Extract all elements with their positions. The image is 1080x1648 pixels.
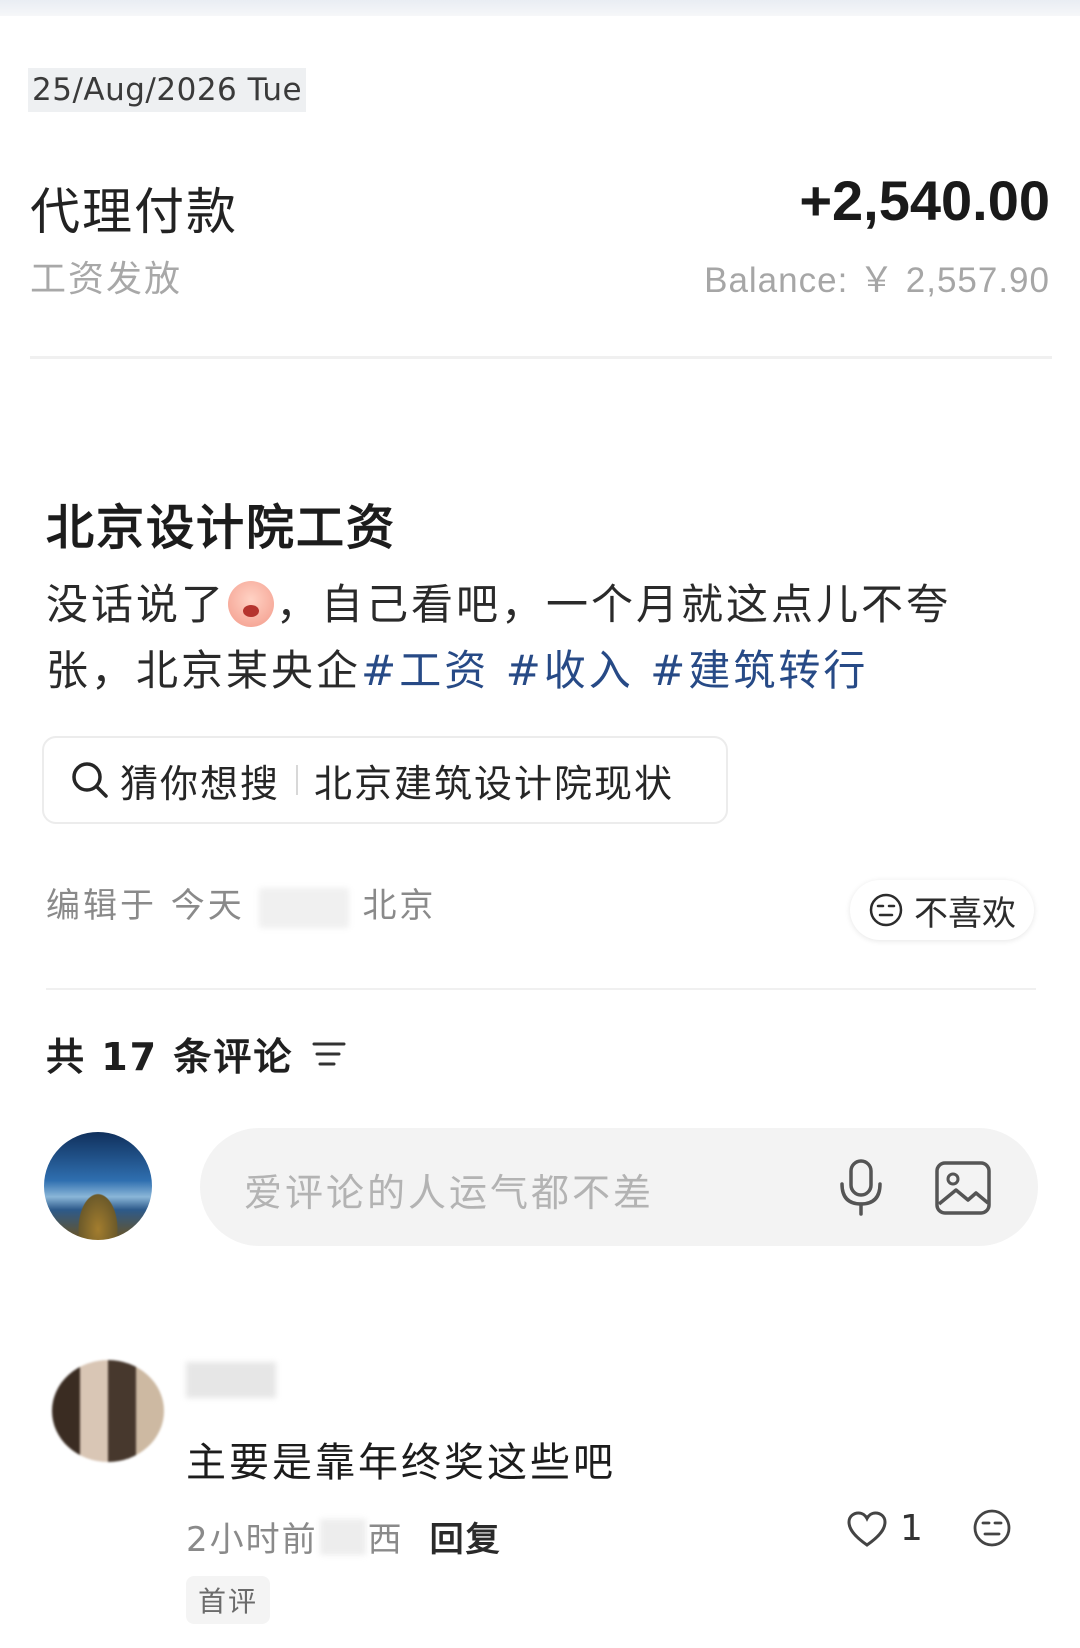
emoji-icon[interactable] — [972, 1508, 1012, 1548]
commenter-name-redacted — [186, 1362, 276, 1398]
like-button[interactable]: 1 — [846, 1508, 923, 1549]
dislike-button[interactable]: 不喜欢 — [850, 880, 1034, 940]
transaction-balance: Balance: ￥ 2,557.90 — [704, 261, 1050, 300]
comment-text: 主要是靠年终奖这些吧 — [186, 1440, 616, 1486]
reply-button[interactable]: 回复 — [430, 1512, 502, 1561]
comment-count-label: 共 17 条评论 — [46, 1035, 294, 1079]
comment-time: 2小时前 — [186, 1520, 318, 1560]
post-title: 北京设计院工资 — [46, 500, 397, 556]
divider — [30, 356, 1052, 359]
redacted-area — [258, 887, 349, 928]
separator — [296, 765, 299, 795]
dislike-label: 不喜欢 — [914, 893, 1016, 934]
commenter-avatar[interactable] — [52, 1360, 164, 1462]
search-chip-query: 北京建筑设计院现状 — [314, 761, 675, 806]
transaction-date: 25/Aug/2026 Tue — [28, 68, 307, 112]
post-meta: 编辑于 今天 北京 — [46, 878, 436, 928]
search-chip-prefix: 猜你想搜 — [120, 761, 281, 806]
divider — [46, 988, 1036, 990]
sort-lines-icon[interactable] — [311, 1038, 347, 1070]
status-strip — [0, 0, 1080, 16]
image-icon[interactable] — [934, 1160, 992, 1216]
crying-emoji-icon — [228, 581, 275, 627]
heart-icon — [847, 1510, 887, 1547]
post-body-text: 没话说了 — [46, 580, 227, 629]
post-body: 没话说了 ，自己看吧，一个月就这点儿不夸张，北京某央企#工资 #收入 #建筑转行 — [46, 572, 1006, 704]
comment-meta: 2小时前 西 回复 — [186, 1512, 502, 1561]
edited-time: 编辑于 今天 — [46, 886, 245, 926]
comment-count: 共 17 条评论 — [46, 1026, 347, 1081]
hashtag-link[interactable]: #工资 — [361, 646, 489, 695]
comment-input-placeholder: 爱评论的人运气都不差 — [244, 1171, 655, 1215]
comment-input[interactable]: 爱评论的人运气都不差 — [200, 1128, 1038, 1246]
first-comment-badge: 首评 — [186, 1576, 270, 1624]
transaction-title: 代理付款 — [30, 183, 238, 241]
avatar[interactable] — [44, 1132, 152, 1240]
post-location: 北京 — [362, 886, 437, 926]
transaction-subtitle: 工资发放 — [30, 259, 183, 300]
search-icon — [72, 762, 108, 798]
microphone-icon[interactable] — [836, 1158, 886, 1216]
hashtag-link[interactable]: #建筑转行 — [650, 646, 868, 695]
neutral-face-icon — [869, 893, 903, 927]
comment-location: 西 — [367, 1520, 404, 1560]
transaction-amount: +2,540.00 — [799, 169, 1050, 232]
like-count: 1 — [900, 1508, 923, 1549]
search-suggestion-chip[interactable]: 猜你想搜 北京建筑设计院现状 — [42, 736, 728, 824]
hashtag-link[interactable]: #收入 — [506, 646, 634, 695]
redacted-area — [319, 1518, 366, 1555]
